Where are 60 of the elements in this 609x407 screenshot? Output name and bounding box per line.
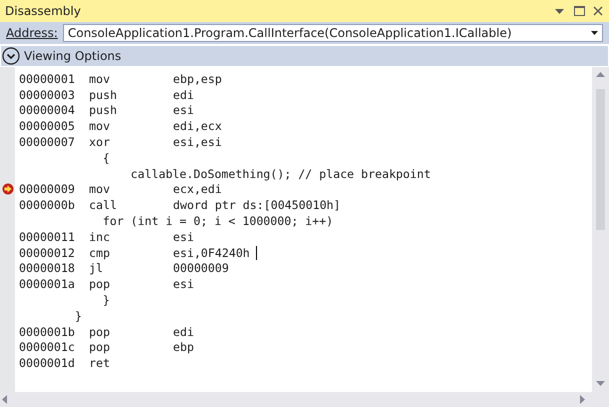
- instruction-address: 00000001: [19, 72, 76, 86]
- instruction-mnemonic: mov: [89, 119, 111, 134]
- instruction-mnemonic: cmp: [89, 246, 111, 260]
- instruction-address: 0000001b: [19, 324, 76, 339]
- dropdown-arrow-icon[interactable]: [591, 31, 598, 35]
- instruction-operands: esi: [173, 103, 194, 118]
- source-line: }: [102, 293, 110, 308]
- source-line: callable.DoSomething(); // place breakpoint: [130, 166, 431, 181]
- source-line: {: [102, 150, 110, 165]
- scroll-left-icon[interactable]: [2, 395, 7, 404]
- instruction-address: 00000003: [19, 88, 76, 102]
- instruction-operands: esi,0F4240h: [173, 246, 250, 260]
- dropdown-icon[interactable]: [555, 8, 564, 14]
- instruction-mnemonic: pop: [89, 340, 111, 354]
- instruction-mnemonic: pop: [89, 277, 111, 292]
- instruction-address: 0000000b: [19, 198, 76, 212]
- instruction-operands: ebp,esp: [173, 72, 222, 86]
- instruction-address: 00000005: [19, 119, 76, 134]
- viewing-options-label[interactable]: Viewing Options: [24, 49, 122, 63]
- instruction-operands: edi,ecx: [173, 119, 222, 134]
- address-dropdown[interactable]: ConsoleApplication1.Program.CallInterface(ConsoleApplication1.ICallable): [62, 24, 603, 42]
- instruction-address: 00000011: [19, 230, 76, 244]
- instruction-mnemonic: pop: [89, 324, 111, 339]
- instruction-mnemonic: xor: [89, 135, 111, 150]
- expand-icon[interactable]: [2, 47, 20, 65]
- instruction-address: 0000001c: [19, 340, 76, 354]
- instruction-operands: edi: [173, 324, 194, 339]
- instruction-mnemonic: mov: [89, 72, 111, 86]
- instruction-address: 0000001d: [19, 356, 76, 370]
- maximize-icon[interactable]: [574, 6, 585, 16]
- instruction-operands: esi,esi: [173, 135, 222, 150]
- instruction-address: 00000018: [19, 261, 76, 276]
- source-line: }: [74, 308, 82, 323]
- instruction-address: 00000012: [19, 246, 76, 260]
- instruction-mnemonic: push: [89, 103, 118, 118]
- instruction-operands: esi: [173, 230, 194, 244]
- scroll-down-icon[interactable]: [596, 381, 605, 386]
- instruction-mnemonic: ret: [89, 356, 111, 370]
- instruction-mnemonic: inc: [89, 230, 111, 244]
- instruction-mnemonic: call: [89, 198, 118, 212]
- window-title: Disassembly: [5, 4, 82, 18]
- instruction-operands: dword ptr ds:[00450010h]: [173, 198, 341, 212]
- instruction-operands: edi: [173, 88, 194, 102]
- instruction-operands: 00000009: [173, 261, 229, 276]
- instruction-address: 00000009: [19, 182, 76, 196]
- instruction-address: 00000007: [19, 135, 76, 150]
- instruction-mnemonic: mov: [89, 182, 111, 196]
- instruction-operands: esi: [173, 277, 194, 292]
- scroll-up-icon[interactable]: [596, 72, 605, 77]
- scrollbar-thumb[interactable]: [596, 89, 605, 230]
- instruction-mnemonic: push: [89, 88, 118, 102]
- close-icon[interactable]: [593, 6, 603, 16]
- scroll-right-icon[interactable]: [580, 395, 585, 404]
- source-line: for (int i = 0; i < 1000000; i++): [102, 214, 334, 228]
- instruction-address: 0000001a: [19, 277, 76, 292]
- instruction-operands: ecx,edi: [173, 182, 222, 196]
- instruction-operands: ebp: [173, 340, 194, 354]
- instruction-address: 00000004: [19, 103, 76, 118]
- address-label: Address:: [6, 26, 58, 40]
- instruction-mnemonic: jl: [89, 261, 104, 276]
